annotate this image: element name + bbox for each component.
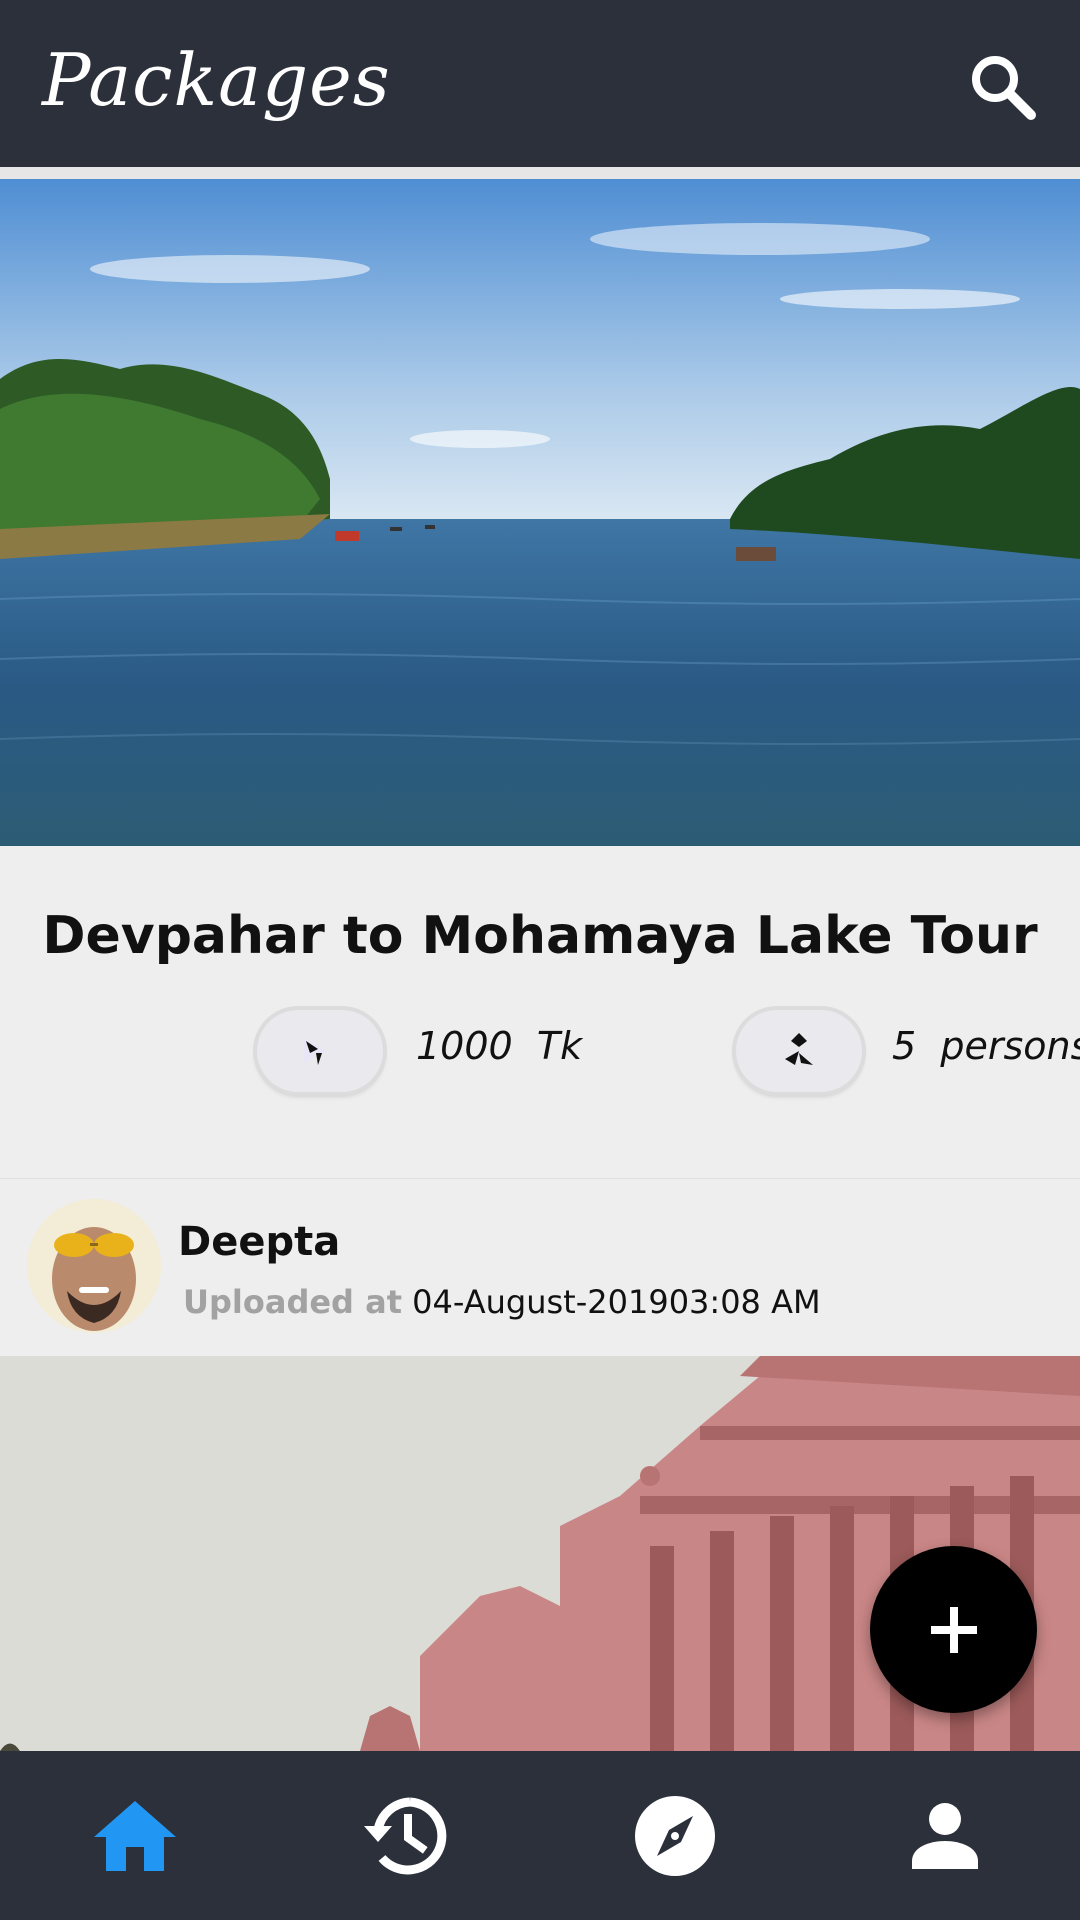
- user-name[interactable]: Deepta: [178, 1219, 340, 1265]
- app-bar: Packages: [0, 0, 1080, 167]
- package-card[interactable]: Devpahar to Mohamaya Lake Tour 1000 Tk 5…: [0, 846, 1080, 1176]
- plus-icon: [930, 1606, 977, 1653]
- nav-profile[interactable]: [810, 1751, 1080, 1920]
- history-icon: [364, 1797, 447, 1874]
- home-icon: [94, 1800, 176, 1871]
- nav-explore[interactable]: [540, 1751, 810, 1920]
- nav-history[interactable]: [270, 1751, 540, 1920]
- upload-time: 04-August-201903:08 AM: [412, 1283, 821, 1321]
- upload-label: Uploaded at: [183, 1283, 402, 1321]
- capacity-value: 5: [892, 1024, 917, 1068]
- search-icon: [972, 56, 1036, 120]
- persons-icon: [785, 1033, 813, 1065]
- upload-info: Uploaded at 04-August-201903:08 AM: [183, 1283, 821, 1321]
- money-icon: [304, 1039, 326, 1065]
- capacity-unit: persons: [940, 1024, 1080, 1068]
- post-header[interactable]: Deepta Uploaded at 04-August-201903:08 A…: [0, 1178, 1080, 1356]
- explore-compass-icon: [635, 1795, 715, 1876]
- add-button[interactable]: [870, 1546, 1037, 1713]
- avatar[interactable]: [27, 1199, 161, 1333]
- profile-icon: [912, 1802, 978, 1869]
- nav-home[interactable]: [0, 1751, 270, 1920]
- bottom-nav: [0, 1751, 1080, 1920]
- capacity-text: 5 persons: [892, 1024, 1080, 1068]
- package-title: Devpahar to Mohamaya Lake Tour: [42, 906, 1038, 966]
- page-title: Packages: [42, 38, 391, 122]
- divider: [0, 167, 1080, 179]
- price-badge: [257, 1010, 383, 1092]
- price-value: 1000: [416, 1024, 513, 1068]
- price-unit: Tk: [536, 1024, 583, 1068]
- capacity-badge: [736, 1010, 862, 1092]
- search-button[interactable]: [958, 42, 1048, 132]
- package-image[interactable]: [0, 179, 1080, 846]
- price-text: 1000 Tk: [416, 1024, 582, 1068]
